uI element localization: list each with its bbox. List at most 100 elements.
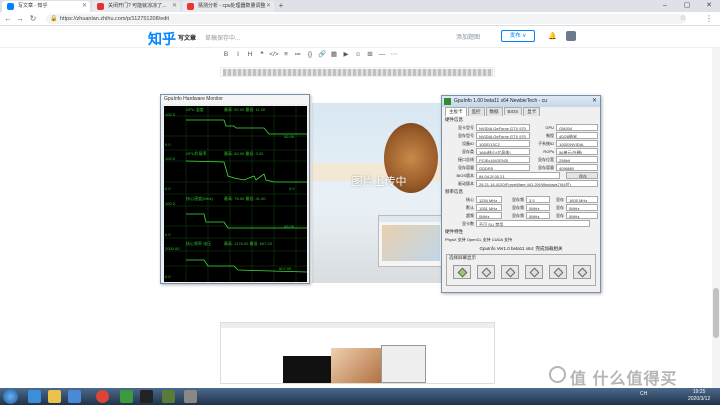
- screen-option-1[interactable]: [453, 265, 471, 279]
- browser-tab-zhihu[interactable]: 写文章 - 知乎 ✕: [2, 1, 90, 12]
- page-scrollbar[interactable]: [712, 48, 720, 388]
- graph2-label: GPU负载率: [186, 151, 207, 156]
- browser-tab-2[interactable]: 关闭开门? 可能就凉凉了... ✕: [92, 1, 180, 12]
- screen-option-3[interactable]: [501, 265, 519, 279]
- scroll-thumb[interactable]: [713, 288, 719, 338]
- image-embedded-window: [378, 215, 444, 267]
- chrome-icon[interactable]: [96, 390, 109, 403]
- image-button[interactable]: ▦: [328, 50, 340, 58]
- info-row: 设备ID 10DE/13C2 子系统ID 10DE/NVIDIA: [442, 140, 600, 148]
- tab-main[interactable]: 主板卡: [445, 107, 467, 116]
- ie-icon[interactable]: [28, 390, 41, 403]
- close-icon[interactable]: ✕: [266, 2, 271, 9]
- app-icon[interactable]: [184, 390, 197, 403]
- feature-row: PhysX 支持 OpenCL 支持 CUDA 支持: [445, 237, 512, 242]
- reload-icon[interactable]: ↻: [28, 14, 38, 24]
- window-titlebar[interactable]: GpuInfo 1.00 beta11 x64 NewbieTech - cu …: [442, 96, 600, 107]
- new-tab-button[interactable]: +: [276, 1, 286, 11]
- clock-time: 19:25: [692, 389, 706, 395]
- bold-button[interactable]: B: [220, 51, 232, 58]
- driver-row: 驱动版本 26.21.14.4120(ForceWare 441.20)/Win…: [442, 180, 600, 188]
- tab-label: 关闭开门? 可能就凉凉了...: [108, 3, 167, 9]
- forward-icon[interactable]: →: [15, 14, 25, 24]
- browser-tab-3[interactable]: 猜测分析 - cpu处理器数量调整 ✕: [182, 1, 274, 12]
- emoji-button[interactable]: ☺: [352, 51, 364, 58]
- unordered-list-button[interactable]: ≔: [292, 50, 304, 58]
- publish-button[interactable]: 发布 ∨: [501, 30, 535, 42]
- page-favicon-icon: [187, 3, 194, 10]
- info-row: 接口总线 PCIEx16(GEN3) 显存位宽 256bit: [442, 156, 600, 164]
- save-bios-button[interactable]: 保存: [566, 172, 598, 179]
- zhihu-logo[interactable]: 知乎: [148, 29, 176, 49]
- clock-row: 核心 1254 MHz 显存频 3.5 显存 1605 MHz: [442, 196, 600, 204]
- tab-card[interactable]: 显卡: [523, 107, 541, 116]
- section-feature: 硬件特性: [445, 229, 463, 234]
- close-icon[interactable]: ✕: [592, 96, 597, 107]
- start-button[interactable]: [3, 389, 18, 404]
- close-window-button[interactable]: ✕: [698, 0, 720, 12]
- art-thumbnail: [331, 348, 381, 383]
- graph3-current: 43.00: [284, 224, 295, 229]
- quote-button[interactable]: ❝: [256, 50, 268, 58]
- table-button[interactable]: ⊞: [364, 50, 376, 58]
- monitor-thumbnail: [283, 356, 337, 383]
- screen-option-6[interactable]: [573, 265, 591, 279]
- graph2-max: 100.0: [165, 156, 176, 161]
- hardware-monitor-window[interactable]: GpuInfo Hardware Monitor GPU 温度 最高: 52.0…: [160, 94, 310, 284]
- ordered-list-button[interactable]: ≡: [280, 51, 292, 58]
- zhihu-header: 知乎 写文章 草稿保存中... 添加题图 发布 ∨ 🔔: [0, 26, 720, 48]
- explorer-icon[interactable]: [48, 390, 61, 403]
- screen-option-4[interactable]: [525, 265, 543, 279]
- italic-button[interactable]: I: [232, 51, 244, 58]
- tab-monitor[interactable]: 监控: [467, 107, 485, 116]
- gpuinfo-taskbar-icon[interactable]: [162, 390, 175, 403]
- graph3-label: 核心速度(MHz): [186, 196, 213, 201]
- screen-option-5[interactable]: [549, 265, 567, 279]
- screen-select-group: 选择屏幕显示: [446, 254, 596, 286]
- clock[interactable]: 19:25 2020/3/12: [688, 389, 710, 403]
- avatar[interactable]: [566, 31, 576, 41]
- gpu-tabs: 主板卡 监控 数据 BIOS 显卡: [442, 107, 600, 116]
- upload-overlay-text: 图片上传中: [351, 176, 407, 188]
- bios-row: BIOS版本 84.04.2f.00.21 保存: [442, 172, 600, 180]
- screen-option-2[interactable]: [477, 265, 495, 279]
- monitor-graph-panel: GPU 温度 最高: 52.00 最低: 11.00 100.0 0.0 32.…: [164, 106, 307, 282]
- back-icon[interactable]: ←: [3, 14, 13, 24]
- add-cover-button[interactable]: 添加题图: [456, 32, 480, 41]
- zhihu-favicon-icon: [7, 3, 14, 10]
- formula-button[interactable]: {}: [304, 51, 316, 58]
- graph4-max: 2000.00: [165, 246, 180, 251]
- graph3-reading: 最高: 78.00 最低: 41.00: [224, 196, 266, 201]
- browser-menu-icon[interactable]: ⋮: [705, 14, 713, 23]
- bookmark-star-icon[interactable]: ☆: [680, 14, 686, 22]
- diamond-icon: [457, 267, 468, 278]
- graph3-max: 100.0: [165, 201, 176, 206]
- media-icon[interactable]: [68, 390, 81, 403]
- url-input[interactable]: 🔒 https://zhuanlan.zhihu.com/p/112751208…: [46, 14, 686, 24]
- info-row: 显存容量 GDDR5 显存容量 4096MB: [442, 164, 600, 172]
- gpuinfo-window[interactable]: GpuInfo 1.00 beta11 x64 NewbieTech - cu …: [441, 95, 601, 293]
- video-button[interactable]: ▶: [340, 50, 352, 58]
- diamond-icon: [529, 267, 540, 278]
- close-icon[interactable]: ✕: [172, 2, 177, 9]
- code-button[interactable]: </>: [268, 51, 280, 58]
- monitor-graphs-svg: [164, 106, 307, 282]
- terminal-icon[interactable]: [140, 390, 153, 403]
- minimize-button[interactable]: –: [654, 0, 676, 12]
- tab-bios[interactable]: BIOS: [503, 107, 523, 115]
- heading-button[interactable]: H: [244, 51, 256, 58]
- link-button[interactable]: 🔗: [316, 50, 328, 58]
- article-image-strip: [220, 67, 495, 77]
- graph2-min: 0.0: [165, 186, 171, 191]
- divider-button[interactable]: —: [376, 51, 388, 58]
- close-icon[interactable]: ✕: [82, 2, 87, 9]
- notification-bell-icon[interactable]: 🔔: [548, 32, 557, 40]
- language-indicator[interactable]: CH: [640, 391, 647, 397]
- tab-data[interactable]: 数据: [485, 107, 503, 116]
- diamond-icon: [577, 267, 588, 278]
- info-row: 显存型号 NVIDIA GeForce GTX 970 制程 40/28纳米: [442, 132, 600, 140]
- more-button[interactable]: ⋯: [388, 50, 400, 58]
- app-icon[interactable]: [120, 390, 133, 403]
- maximize-button[interactable]: ▢: [676, 0, 698, 12]
- draft-status: 草稿保存中...: [205, 36, 241, 42]
